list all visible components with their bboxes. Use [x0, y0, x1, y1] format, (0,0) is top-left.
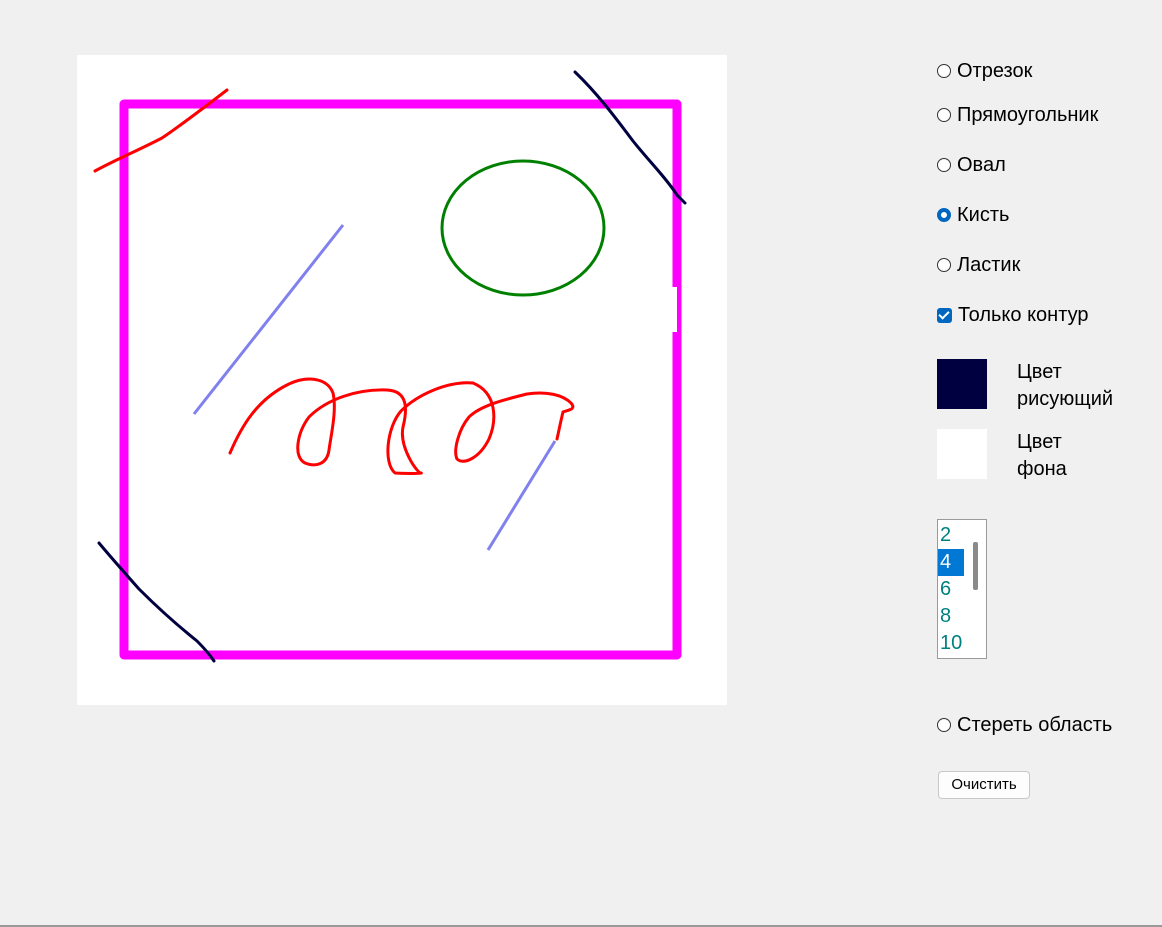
background-color-label-line1: Цвет	[1017, 431, 1062, 453]
tool-line-label: Отрезок	[957, 59, 1033, 82]
draw-color-label-line2: рисующий	[1017, 388, 1114, 410]
erase-area-option[interactable]: Стереть область	[937, 713, 1112, 737]
listbox-scrollbar-thumb[interactable]	[973, 542, 978, 590]
draw-color-label: Цвет рисующий	[1017, 359, 1113, 413]
background-color-swatch[interactable]	[937, 429, 987, 479]
red-stroke-loops	[228, 377, 575, 475]
tool-brush-label: Кисть	[957, 203, 1010, 226]
tool-eraser-option[interactable]: Ластик	[937, 253, 1020, 277]
brush-size-item[interactable]: 2	[938, 522, 964, 549]
outline-only-label: Только контур	[958, 303, 1089, 326]
erased-notch	[669, 287, 677, 332]
brush-size-item[interactable]: 6	[938, 576, 964, 603]
tool-line-option[interactable]: Отрезок	[937, 59, 1032, 83]
brush-size-item[interactable]: 10	[938, 630, 964, 657]
drawn-rectangle	[119, 99, 682, 660]
tool-rectangle-option[interactable]: Прямоугольник	[937, 103, 1098, 127]
erase-area-radio[interactable]	[937, 718, 951, 732]
clear-button[interactable]: Очистить	[938, 771, 1030, 799]
drawn-oval	[440, 159, 606, 297]
brush-size-item[interactable]: 8	[938, 603, 964, 630]
canvas-drawing	[93, 70, 687, 663]
background-color-label: Цвет фона	[1017, 429, 1067, 483]
tool-eraser-label: Ластик	[957, 253, 1021, 276]
tool-line-radio[interactable]	[937, 64, 951, 78]
draw-color-label-line1: Цвет	[1017, 361, 1062, 383]
brush-size-item-selected[interactable]: 4	[938, 549, 964, 576]
background-color-label-line2: фона	[1017, 458, 1067, 480]
tool-oval-radio[interactable]	[937, 158, 951, 172]
draw-color-swatch[interactable]	[937, 359, 987, 409]
tool-oval-option[interactable]: Овал	[937, 153, 1006, 177]
tool-brush-option[interactable]: Кисть	[937, 203, 1009, 227]
tool-brush-radio[interactable]	[937, 208, 951, 222]
tool-eraser-radio[interactable]	[937, 258, 951, 272]
dark-stroke-bottom-left	[97, 541, 216, 663]
outline-only-option[interactable]: Только контур	[937, 303, 1089, 327]
dark-stroke-top-right	[573, 70, 687, 205]
drawn-line-2	[486, 440, 557, 551]
tool-oval-label: Овал	[957, 153, 1006, 176]
erase-area-label: Стереть область	[957, 713, 1113, 736]
brush-size-listbox[interactable]: 2 4 6 8 10	[937, 519, 987, 659]
drawn-line-1	[192, 224, 345, 415]
tool-rectangle-radio[interactable]	[937, 108, 951, 122]
drawing-canvas[interactable]	[77, 55, 727, 705]
tool-rectangle-label: Прямоугольник	[957, 103, 1099, 126]
outline-only-checkbox[interactable]	[937, 307, 952, 323]
